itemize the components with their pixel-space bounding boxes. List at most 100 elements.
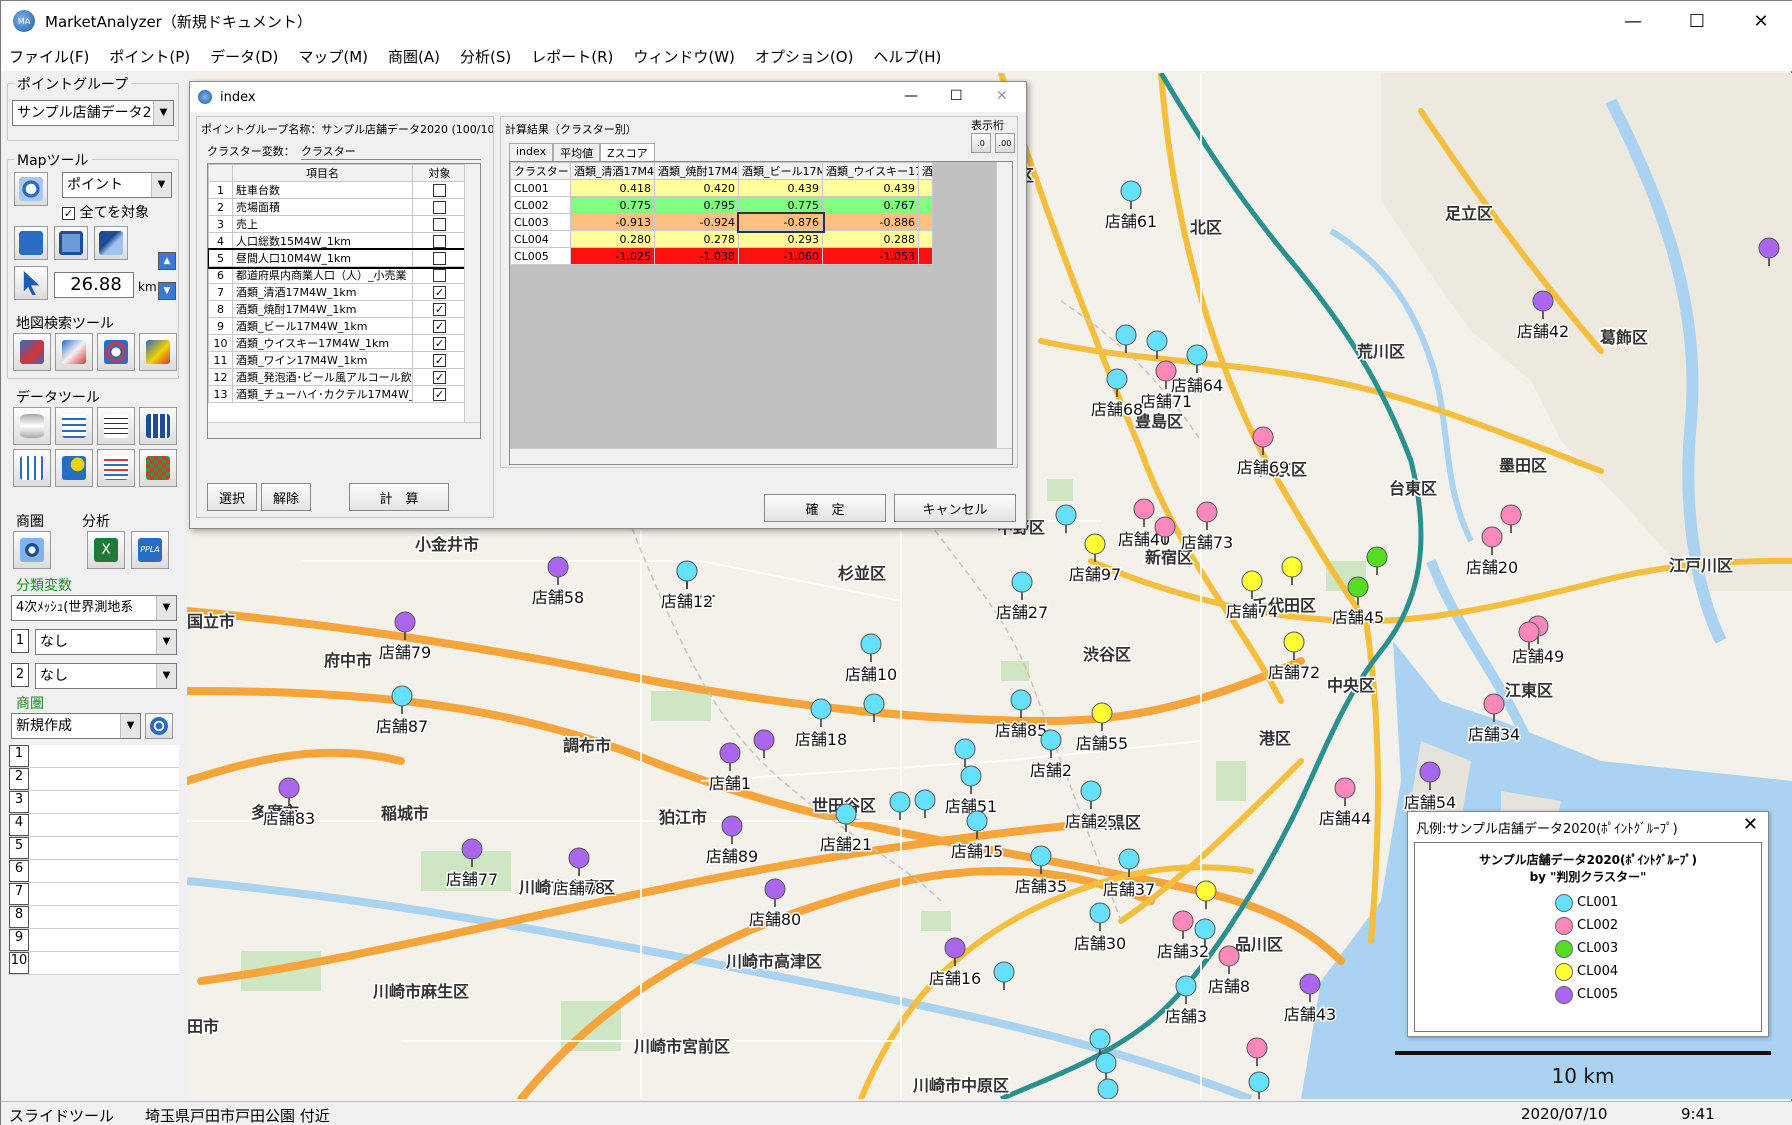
- menu-item[interactable]: オプション(O): [755, 46, 854, 67]
- target-checkbox[interactable]: ✓: [433, 353, 446, 367]
- database-button[interactable]: [13, 407, 51, 445]
- target-checkbox[interactable]: ✓: [433, 285, 446, 299]
- target-checkbox[interactable]: ✓: [433, 302, 446, 316]
- trade-area-row[interactable]: 5: [9, 837, 179, 860]
- select-button[interactable]: 選択: [207, 483, 257, 511]
- trade-area-row[interactable]: 6: [9, 860, 179, 883]
- trade-area-target-button[interactable]: [145, 713, 173, 739]
- legend-close-button[interactable]: ✕: [1743, 814, 1758, 835]
- target-checkbox[interactable]: ✓: [433, 336, 446, 350]
- target-checkbox[interactable]: [433, 234, 446, 248]
- menu-item[interactable]: ウィンドウ(W): [633, 46, 735, 67]
- item-row[interactable]: 4 人口総数15M4W_1km: [208, 232, 467, 250]
- increase-digits-button[interactable]: .0: [971, 133, 991, 153]
- target-checkbox[interactable]: [433, 183, 446, 197]
- target-checkbox[interactable]: ✓: [433, 387, 446, 401]
- menu-item[interactable]: 分析(S): [460, 46, 511, 67]
- mesh-button[interactable]: [139, 449, 177, 487]
- trade-area-row[interactable]: 8: [9, 906, 179, 929]
- decrease-digits-button[interactable]: .00: [995, 133, 1015, 153]
- chart-button[interactable]: [97, 449, 135, 487]
- ppla-button[interactable]: PPLA: [131, 531, 169, 569]
- trade-area-row[interactable]: 1: [9, 745, 179, 768]
- result-grid[interactable]: クラスター酒類_清酒17M4W酒類_焼酎17M4W酒類_ビール17M4酒類_ウイ…: [509, 161, 1013, 465]
- minimize-button[interactable]: —: [1601, 1, 1665, 41]
- menu-item[interactable]: ヘルプ(H): [873, 46, 941, 67]
- item-row[interactable]: 6 都道府県内商業人口（人）_小売業: [208, 266, 467, 284]
- select-area-button[interactable]: [54, 226, 88, 260]
- variable-2-select[interactable]: なし ▼: [35, 663, 177, 689]
- trade-area-row[interactable]: 2: [9, 768, 179, 791]
- address-search-button[interactable]: [13, 333, 51, 371]
- list-button[interactable]: [97, 407, 135, 445]
- item-row[interactable]: 8 酒類_焼酎17M4W_1km ✓: [208, 300, 467, 318]
- trade-area-row[interactable]: 10: [9, 952, 179, 975]
- dialog-close-button[interactable]: ✕: [996, 88, 1008, 104]
- item-row[interactable]: 12 酒類_発泡酒･ビール風アルコール飲料 ✓: [208, 368, 467, 386]
- radius-search-button[interactable]: [97, 333, 135, 371]
- target-checkbox[interactable]: ✓: [433, 319, 446, 333]
- trade-area-row[interactable]: 4: [9, 814, 179, 837]
- item-row[interactable]: 11 酒類_ワイン17M4W_1km ✓: [208, 351, 467, 369]
- all-target-checkbox[interactable]: ✓ 全てを対象: [62, 202, 149, 222]
- confirm-button[interactable]: 確 定: [764, 494, 886, 522]
- result-row[interactable]: CL004 0.280 0.278 0.293 0.288: [510, 230, 933, 248]
- classification-select[interactable]: 4次ﾒｯｼｭ(世界測地系 ▼: [11, 595, 177, 621]
- result-row[interactable]: CL002 0.775 0.795 0.775 0.767: [510, 196, 933, 214]
- excel-analysis-button[interactable]: X: [87, 531, 125, 569]
- item-row[interactable]: 7 酒類_清酒17M4W_1km ✓: [208, 283, 467, 301]
- distance-field[interactable]: 26.88: [54, 272, 134, 298]
- item-row[interactable]: 1 駐車台数: [208, 181, 467, 199]
- item-grid[interactable]: 項目名 対象 1 駐車台数 2 売場面積 3 売上 4 人口総数15M4W_1km 5 昼間人口10…: [207, 163, 481, 439]
- distance-down-button[interactable]: ▼: [158, 282, 176, 300]
- map-mode-select[interactable]: ポイント ▼: [62, 172, 172, 198]
- dialog-minimize-button[interactable]: —: [904, 88, 918, 104]
- menu-item[interactable]: マップ(M): [298, 46, 368, 67]
- route-search-button[interactable]: [139, 333, 177, 371]
- trade-area-button[interactable]: [13, 531, 51, 569]
- item-row[interactable]: 5 昼間人口10M4W_1km: [208, 247, 469, 269]
- pan-tool-button[interactable]: [14, 226, 48, 260]
- menu-item[interactable]: データ(D): [210, 46, 278, 67]
- target-checkbox[interactable]: [433, 200, 446, 214]
- data-sheet-button[interactable]: [55, 407, 93, 445]
- point-data-button[interactable]: [55, 449, 93, 487]
- trade-area-select[interactable]: 新規作成 ▼: [11, 713, 141, 739]
- point-group-select[interactable]: サンプル店舗データ2 ▼: [12, 100, 174, 126]
- menu-item[interactable]: ポイント(P): [109, 46, 190, 67]
- item-grid-scrollbar[interactable]: [464, 164, 480, 422]
- item-row[interactable]: 10 酒類_ウイスキー17M4W_1km ✓: [208, 334, 467, 352]
- target-checkbox[interactable]: ✓: [433, 370, 446, 384]
- trade-area-row[interactable]: 3: [9, 791, 179, 814]
- target-checkbox[interactable]: [433, 268, 446, 282]
- variable-1-select[interactable]: なし ▼: [35, 629, 177, 655]
- item-grid-hscrollbar[interactable]: [208, 422, 480, 438]
- store-marker[interactable]: [1097, 1078, 1119, 1099]
- measure-tool-button[interactable]: [94, 226, 128, 260]
- result-row[interactable]: CL001 0.418 0.420 0.439 0.439: [510, 179, 933, 197]
- pointer-tool-button[interactable]: [14, 266, 48, 300]
- close-button[interactable]: ✕: [1729, 1, 1792, 41]
- distance-up-button[interactable]: ▲: [158, 252, 176, 270]
- calculator-button[interactable]: [139, 407, 177, 445]
- item-row[interactable]: 3 売上: [208, 215, 467, 233]
- target-checkbox[interactable]: [433, 217, 446, 231]
- clear-button[interactable]: 解除: [261, 483, 311, 511]
- dialog-maximize-button[interactable]: ☐: [950, 88, 963, 104]
- cancel-button[interactable]: キャンセル: [894, 494, 1016, 522]
- tab-1[interactable]: 平均値: [553, 143, 601, 162]
- legend-window[interactable]: 凡例:サンプル店舗データ2020(ﾎﾟｲﾝﾄｸﾞﾙｰﾌﾟ) ✕ サンプル店舗デー…: [1407, 811, 1769, 1037]
- tab-2[interactable]: Zスコア: [600, 143, 655, 162]
- trade-area-row[interactable]: 7: [9, 883, 179, 906]
- target-checkbox[interactable]: [433, 251, 446, 265]
- menu-item[interactable]: レポート(R): [531, 46, 613, 67]
- zoom-tool-button[interactable]: [14, 172, 48, 206]
- station-search-button[interactable]: [55, 333, 93, 371]
- maximize-button[interactable]: ☐: [1665, 1, 1729, 41]
- item-row[interactable]: 9 酒類_ビール17M4W_1km ✓: [208, 317, 467, 335]
- calculate-button[interactable]: 計 算: [349, 483, 449, 511]
- result-grid-hscrollbar[interactable]: [510, 448, 1012, 464]
- menu-item[interactable]: 商圏(A): [388, 46, 440, 67]
- trade-area-row[interactable]: 9: [9, 929, 179, 952]
- result-grid-scrollbar[interactable]: [996, 162, 1012, 450]
